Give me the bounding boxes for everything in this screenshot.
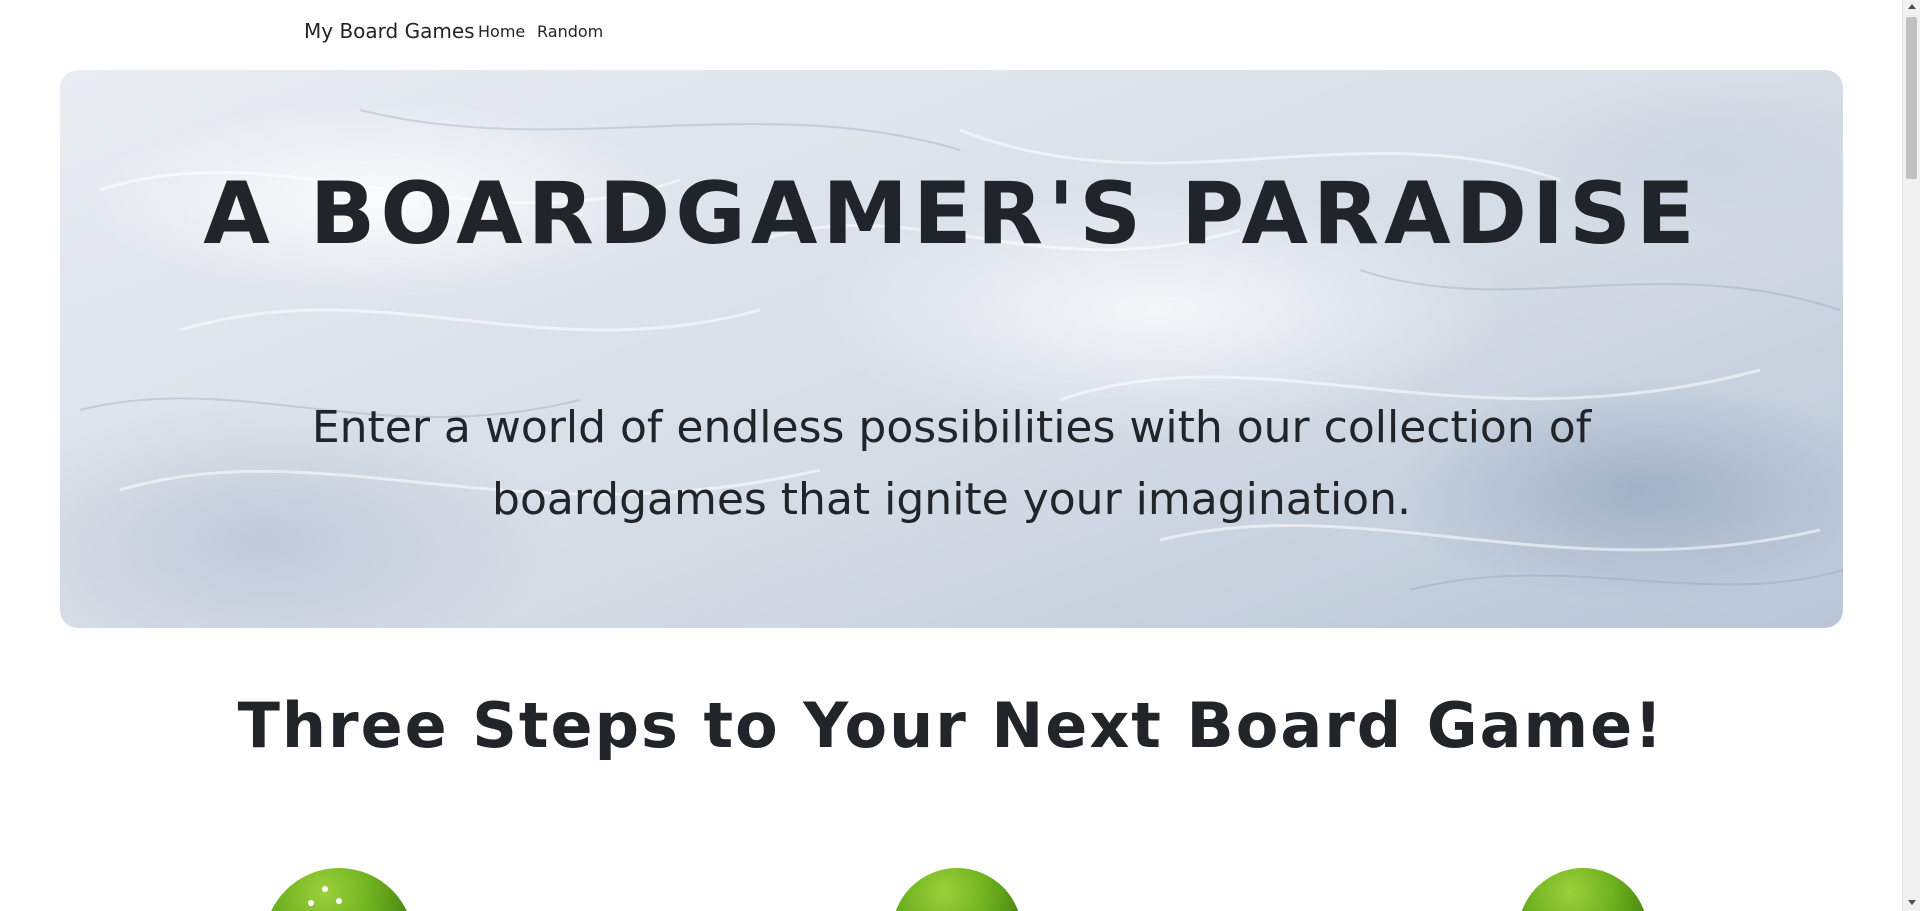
step-3-image: [1518, 868, 1648, 911]
scroll-up-arrow-icon[interactable]: [1908, 4, 1916, 9]
step-2-image: [892, 868, 1022, 911]
steps-heading: Three Steps to Your Next Board Game!: [237, 689, 1665, 762]
page: My Board Games Home Random A BOARDGAMER'…: [0, 0, 1920, 911]
nav-link-home[interactable]: Home: [478, 22, 525, 41]
scroll-down-arrow-icon[interactable]: [1908, 900, 1916, 905]
nav-link-random[interactable]: Random: [537, 22, 603, 41]
scrollbar-thumb[interactable]: [1906, 17, 1917, 179]
hero-background-texture: [79, 109, 1843, 591]
hero-banner: A BOARDGAMER'S PARADISE Enter a world of…: [60, 70, 1843, 628]
flower-decoration: [336, 898, 342, 904]
vertical-scrollbar[interactable]: [1902, 0, 1920, 911]
navbar: My Board Games Home Random: [0, 0, 1902, 62]
flower-decoration: [308, 900, 314, 906]
step-1-image: [264, 868, 414, 911]
hero-subtitle: Enter a world of endless possibilities w…: [311, 402, 1592, 525]
flower-decoration: [322, 886, 328, 892]
hero-title: A BOARDGAMER'S PARADISE: [203, 164, 1700, 264]
navbar-brand[interactable]: My Board Games: [304, 19, 475, 43]
